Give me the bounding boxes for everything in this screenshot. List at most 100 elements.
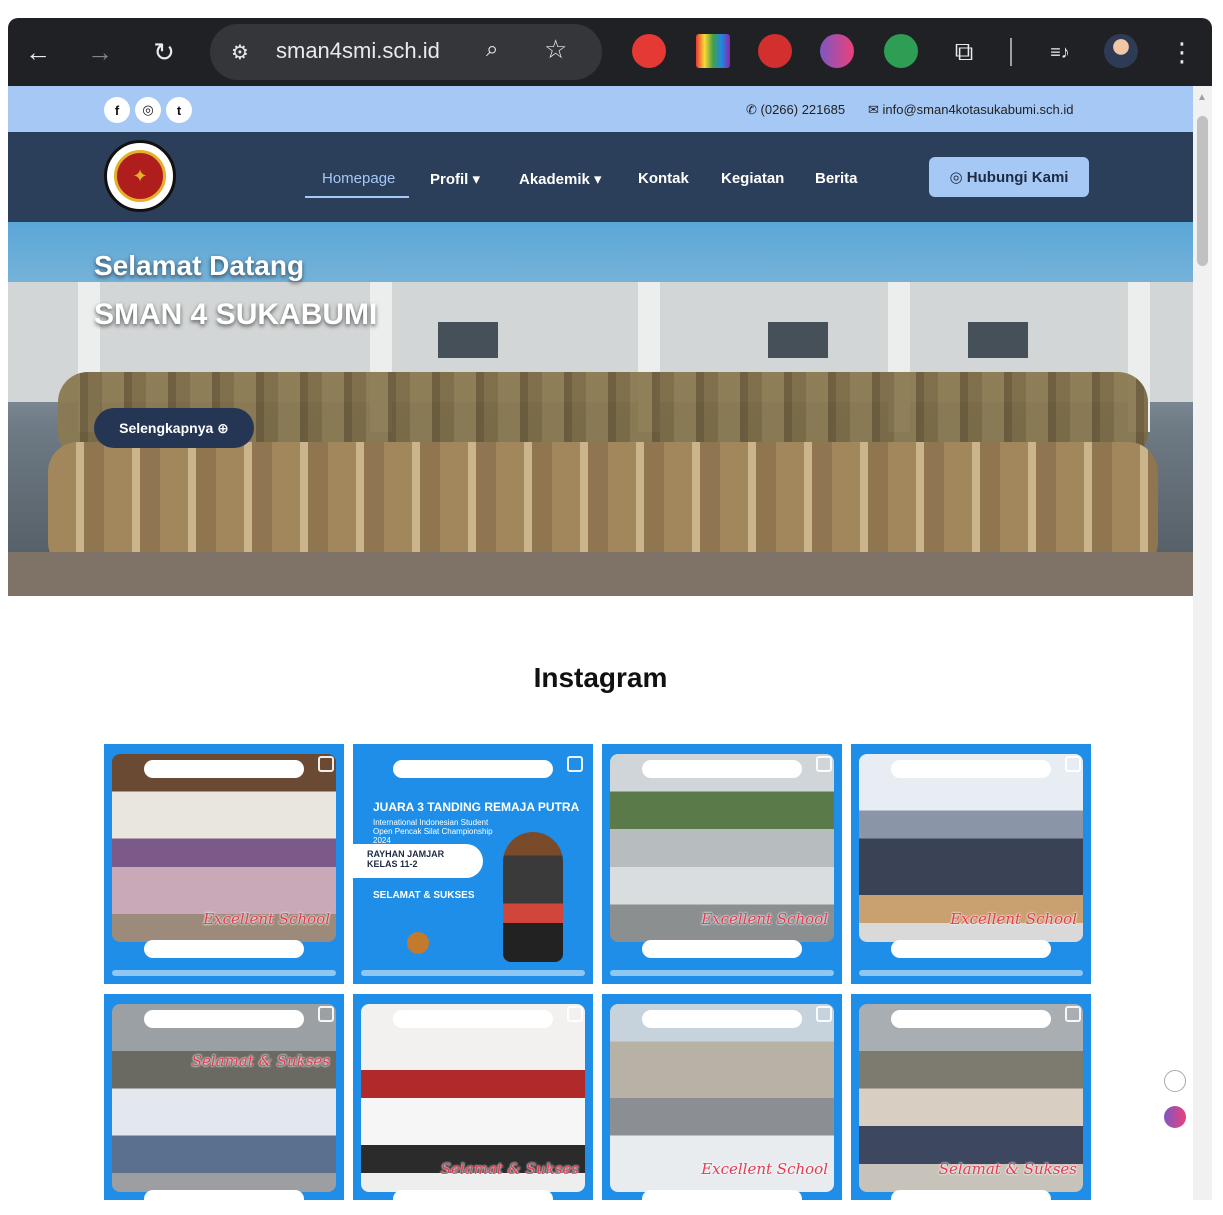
post-caption-bar [144, 1190, 304, 1200]
post-script-label: Excellent School [701, 1160, 828, 1178]
web-page: f ◎ t ✆ (0266) 221685 ✉ info@sman4kotasu… [8, 86, 1193, 1200]
bronze-medal-icon [407, 932, 429, 954]
profile-avatar[interactable] [1104, 34, 1138, 68]
post-footer-line [361, 970, 585, 976]
instagram-heading: Instagram [533, 662, 668, 693]
post-script-label: Selamat & Sukses [440, 1160, 579, 1178]
instagram-post[interactable]: Excellent School [602, 994, 842, 1200]
logo-emblem-icon: ✦ [114, 150, 166, 202]
floating-side-icons [1164, 1070, 1186, 1142]
post-title: JUARA 3 TANDING REMAJA PUTRA [373, 800, 580, 814]
address-bar[interactable]: ⚙ sman4smi.sch.id ⌕ ☆ [210, 24, 602, 80]
nav-akademik[interactable]: Akademik ▾ [519, 170, 602, 188]
carousel-icon [318, 756, 334, 772]
carousel-icon [318, 1006, 334, 1022]
instagram-icon[interactable]: ◎ [135, 97, 161, 123]
nav-homepage[interactable]: Homepage [322, 170, 395, 187]
hero-title-greeting: Selamat Datang [94, 250, 305, 281]
facebook-icon[interactable]: f [104, 97, 130, 123]
bookmark-star-icon[interactable]: ☆ [544, 34, 567, 65]
post-logo-strip [393, 1010, 553, 1028]
post-image [112, 1004, 336, 1192]
instagram-post[interactable]: Excellent School [851, 744, 1091, 984]
contact-us-button[interactable]: ◎ Hubungi Kami [929, 157, 1089, 197]
instagram-post[interactable]: Excellent School [104, 744, 344, 984]
hero-photo-window [768, 322, 828, 358]
extension-colorgrid-icon[interactable] [696, 34, 730, 68]
read-more-button[interactable]: Selengkapnya ⊕ [94, 408, 254, 448]
post-subtitle: International Indonesian Student Open Pe… [373, 818, 493, 845]
post-logo-strip [891, 1010, 1051, 1028]
reload-icon[interactable]: ↻ [144, 32, 184, 72]
instagram-post[interactable]: Selamat & Sukses [851, 994, 1091, 1200]
forward-icon[interactable]: → [80, 32, 120, 72]
menu-icon[interactable]: ⋮ [1162, 32, 1202, 72]
phone-number[interactable]: ✆ (0266) 221685 [746, 102, 845, 118]
hero-banner: Selamat Datang SMAN 4 SUKABUMI Selengkap… [8, 222, 1193, 596]
post-script-label: Excellent School [950, 910, 1077, 928]
active-nav-indicator [305, 196, 409, 198]
nav-profil[interactable]: Profil ▾ [430, 170, 480, 188]
browser-toolbar: ← → ↻ ⚙ sman4smi.sch.id ⌕ ☆ ⧉ ≡♪ ⋮ [8, 18, 1212, 86]
extension-brain-icon[interactable] [820, 34, 854, 68]
post-footer-line [610, 970, 834, 976]
post-congrats: SELAMAT & SUKSES [373, 890, 475, 901]
extension-hand-icon[interactable] [758, 34, 792, 68]
browser-window: ← → ↻ ⚙ sman4smi.sch.id ⌕ ☆ ⧉ ≡♪ ⋮ f ◎ t… [0, 0, 1223, 1215]
instagram-post[interactable]: Selamat & Sukses [353, 994, 593, 1200]
post-logo-strip [144, 1010, 304, 1028]
media-queue-icon[interactable]: ≡♪ [1040, 32, 1080, 72]
post-script-label: Excellent School [203, 910, 330, 928]
post-script-label: Excellent School [701, 910, 828, 928]
post-footer-line [112, 970, 336, 976]
post-logo-strip [393, 760, 553, 778]
hero-photo-ground [8, 552, 1193, 596]
post-logo-strip [642, 1010, 802, 1028]
post-caption-bar [891, 1190, 1051, 1200]
main-navigation: ✦ Homepage Profil ▾ Akademik ▾ Kontak Ke… [8, 132, 1193, 222]
zoom-icon[interactable]: ⌕ [486, 36, 498, 62]
hero-photo-window [438, 322, 498, 358]
site-settings-icon[interactable]: ⚙ [224, 36, 256, 68]
page-scrollbar[interactable]: ▲ [1193, 86, 1212, 1200]
scroll-up-arrow-icon[interactable]: ▲ [1197, 92, 1207, 103]
post-caption-bar [642, 940, 802, 958]
puzzle-icon[interactable]: ⧉ [944, 32, 984, 72]
extension-red-icon[interactable] [632, 34, 666, 68]
twitter-icon[interactable]: t [166, 97, 192, 123]
post-script-label: Selamat & Sukses [938, 1160, 1077, 1178]
toolbar-divider [1010, 38, 1012, 66]
school-logo[interactable]: ✦ [104, 140, 176, 212]
post-caption-bar [642, 1190, 802, 1200]
url-text[interactable]: sman4smi.sch.id [276, 38, 440, 64]
instagram-post[interactable]: Excellent School [602, 744, 842, 984]
post-athlete-figure [503, 832, 563, 962]
carousel-icon [816, 756, 832, 772]
nav-berita[interactable]: Berita [815, 170, 858, 187]
post-athlete-name: RAYHAN JAMJAR KELAS 11-2 [353, 844, 483, 878]
contact-topbar: f ◎ t ✆ (0266) 221685 ✉ info@sman4kotasu… [8, 86, 1193, 132]
extension-quote-icon[interactable] [884, 34, 918, 68]
carousel-icon [567, 1006, 583, 1022]
hero-title-school: SMAN 4 SUKABUMI [94, 298, 378, 331]
post-caption-bar [144, 940, 304, 958]
post-footer-line [859, 970, 1083, 976]
post-caption-bar [393, 1190, 553, 1200]
email-address[interactable]: ✉ info@sman4kotasukabumi.sch.id [868, 102, 1073, 118]
carousel-icon [1065, 1006, 1081, 1022]
post-logo-strip [642, 760, 802, 778]
carousel-icon [567, 756, 583, 772]
carousel-icon [1065, 756, 1081, 772]
instagram-post[interactable]: Selamat & Sukses [104, 994, 344, 1200]
nav-kegiatan[interactable]: Kegiatan [721, 170, 784, 187]
instagram-post[interactable]: JUARA 3 TANDING REMAJA PUTRA Internation… [353, 744, 593, 984]
nav-kontak[interactable]: Kontak [638, 170, 689, 187]
hero-photo-window [968, 322, 1028, 358]
reader-mode-icon[interactable] [1164, 1070, 1186, 1092]
back-icon[interactable]: ← [18, 32, 58, 72]
scroll-thumb[interactable] [1197, 116, 1208, 266]
post-caption-bar [891, 940, 1051, 958]
carousel-icon [816, 1006, 832, 1022]
assistant-icon[interactable] [1164, 1106, 1186, 1128]
post-script-label: Selamat & Sukses [191, 1052, 330, 1070]
